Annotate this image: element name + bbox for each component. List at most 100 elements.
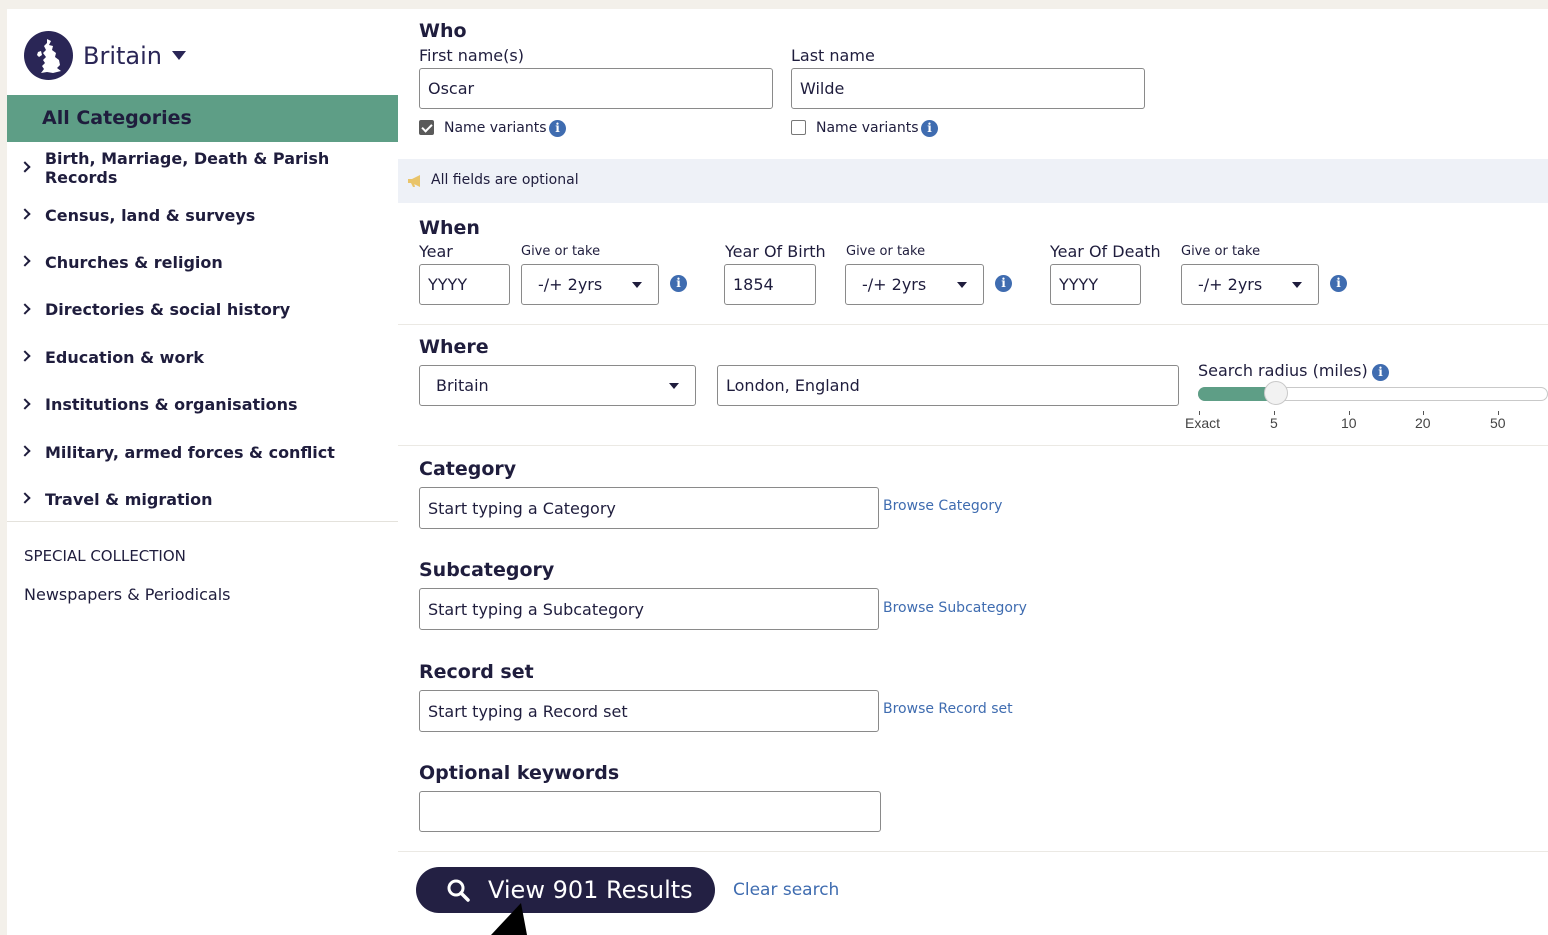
- year-of-death-input[interactable]: [1050, 264, 1141, 305]
- info-icon[interactable]: i: [1372, 364, 1389, 381]
- view-results-label: View 901 Results: [488, 876, 693, 904]
- sidebar-item-label: Education & work: [45, 347, 204, 367]
- sidebar-item-census[interactable]: Census, land & surveys: [7, 191, 398, 238]
- year-range-value: -/+ 2yrs: [538, 275, 603, 294]
- caret-down-icon: [632, 282, 642, 288]
- sidebar-item-label: Travel & migration: [45, 489, 213, 509]
- megaphone-icon: [408, 175, 420, 187]
- optional-fields-note: All fields are optional: [398, 159, 1548, 203]
- caret-down-icon: [172, 51, 186, 60]
- browse-record-set-link[interactable]: Browse Record set: [883, 701, 1013, 717]
- browse-subcategory-link[interactable]: Browse Subcategory: [883, 600, 1027, 616]
- subcategory-input[interactable]: [419, 588, 879, 630]
- who-title: Who: [419, 20, 467, 42]
- year-of-death-label: Year Of Death: [1050, 242, 1161, 261]
- all-categories-item[interactable]: All Categories: [7, 95, 398, 142]
- clear-search-link[interactable]: Clear search: [733, 880, 839, 900]
- birth-range-select[interactable]: -/+ 2yrs: [845, 264, 984, 305]
- caret-down-icon: [1292, 282, 1302, 288]
- sidebar-item-birth-marriage-death[interactable]: Birth, Marriage, Death & Parish Records: [7, 144, 398, 191]
- year-input[interactable]: [419, 264, 510, 305]
- chevron-right-icon: [19, 397, 31, 410]
- keywords-title: Optional keywords: [419, 762, 620, 784]
- mouse-cursor-icon: [491, 903, 527, 935]
- sidebar-item-directories[interactable]: Directories & social history: [7, 286, 398, 333]
- record-set-title: Record set: [419, 661, 534, 683]
- chevron-right-icon: [19, 208, 31, 220]
- sidebar-item-label: Military, armed forces & conflict: [45, 442, 335, 462]
- radius-tick-label: 20: [1415, 415, 1431, 431]
- info-icon[interactable]: i: [921, 120, 938, 137]
- last-name-variants-checkbox[interactable]: [791, 120, 806, 135]
- first-name-label: First name(s): [419, 46, 524, 65]
- birth-range-value: -/+ 2yrs: [862, 275, 927, 294]
- section-divider: [398, 324, 1548, 325]
- sidebar-item-label: Birth, Marriage, Death & Parish Records: [44, 148, 330, 187]
- first-name-input[interactable]: [419, 68, 773, 109]
- year-give-or-take-label: Give or take: [521, 244, 601, 259]
- info-icon[interactable]: i: [995, 275, 1012, 292]
- first-name-variants-checkbox[interactable]: [419, 120, 434, 135]
- year-of-birth-input[interactable]: [724, 264, 816, 305]
- sidebar-item-label: Census, land & surveys: [45, 205, 256, 225]
- death-range-select[interactable]: -/+ 2yrs: [1181, 264, 1319, 305]
- first-name-variants-label: Name variants: [444, 120, 547, 136]
- chevron-right-icon: [19, 303, 31, 315]
- country-select[interactable]: Britain: [419, 365, 696, 406]
- chevron-right-icon: [19, 255, 31, 268]
- last-name-variants-label: Name variants: [816, 120, 919, 136]
- record-set-input[interactable]: [419, 690, 879, 732]
- info-icon[interactable]: i: [549, 120, 566, 137]
- sidebar-item-education[interactable]: Education & work: [7, 334, 398, 381]
- chevron-right-icon: [19, 492, 31, 505]
- sidebar-item-label: Churches & religion: [45, 252, 223, 272]
- year-label: Year: [419, 242, 453, 261]
- search-icon: [447, 879, 470, 902]
- sidebar-item-institutions[interactable]: Institutions & organisations: [7, 381, 398, 428]
- info-icon[interactable]: i: [1330, 275, 1347, 292]
- death-range-value: -/+ 2yrs: [1198, 275, 1263, 294]
- radius-tick-label: 10: [1341, 415, 1357, 431]
- radius-slider-handle[interactable]: [1264, 381, 1288, 405]
- sidebar: Britain All Categories Birth, Marriage, …: [7, 9, 398, 935]
- death-give-or-take-label: Give or take: [1181, 244, 1261, 259]
- birth-give-or-take-label: Give or take: [846, 244, 926, 259]
- sidebar-item-military[interactable]: Military, armed forces & conflict: [7, 428, 398, 475]
- keywords-input[interactable]: [419, 791, 881, 832]
- year-of-birth-label: Year Of Birth: [725, 242, 826, 261]
- sidebar-item-travel[interactable]: Travel & migration: [7, 476, 398, 523]
- optional-fields-text: All fields are optional: [431, 172, 579, 188]
- radius-tick-label: 50: [1490, 415, 1506, 431]
- caret-down-icon: [669, 383, 679, 389]
- sidebar-item-newspapers[interactable]: Newspapers & Periodicals: [24, 585, 230, 604]
- last-name-label: Last name: [791, 46, 875, 65]
- view-results-button[interactable]: View 901 Results: [416, 867, 715, 913]
- search-form: Who First name(s) Name variants i Last n…: [398, 9, 1548, 935]
- place-input[interactable]: [717, 365, 1179, 406]
- subcategory-title: Subcategory: [419, 559, 555, 581]
- last-name-input[interactable]: [791, 68, 1145, 109]
- chevron-right-icon: [19, 161, 31, 173]
- country-value: Britain: [436, 376, 489, 395]
- category-input[interactable]: [419, 487, 879, 529]
- info-icon[interactable]: i: [670, 275, 687, 292]
- where-title: Where: [419, 336, 489, 358]
- category-list: Birth, Marriage, Death & Parish Records …: [7, 144, 398, 523]
- region-selector[interactable]: Britain: [24, 31, 186, 80]
- special-collection-title: SPECIAL COLLECTION: [24, 547, 186, 565]
- britain-map-icon: [24, 31, 73, 80]
- sidebar-item-churches[interactable]: Churches & religion: [7, 239, 398, 286]
- sidebar-divider: [7, 521, 398, 522]
- search-radius-label: Search radius (miles): [1198, 361, 1368, 380]
- sidebar-item-label: Institutions & organisations: [45, 395, 298, 415]
- section-divider: [398, 445, 1548, 446]
- browse-category-link[interactable]: Browse Category: [883, 498, 1002, 514]
- sidebar-item-label: Directories & social history: [45, 300, 291, 320]
- caret-down-icon: [957, 282, 967, 288]
- region-name: Britain: [83, 41, 162, 70]
- chevron-right-icon: [19, 445, 31, 457]
- section-divider: [398, 851, 1548, 852]
- radius-tick-label: 5: [1270, 415, 1278, 431]
- radius-tick-label: Exact: [1185, 415, 1221, 431]
- year-range-select[interactable]: -/+ 2yrs: [521, 264, 659, 305]
